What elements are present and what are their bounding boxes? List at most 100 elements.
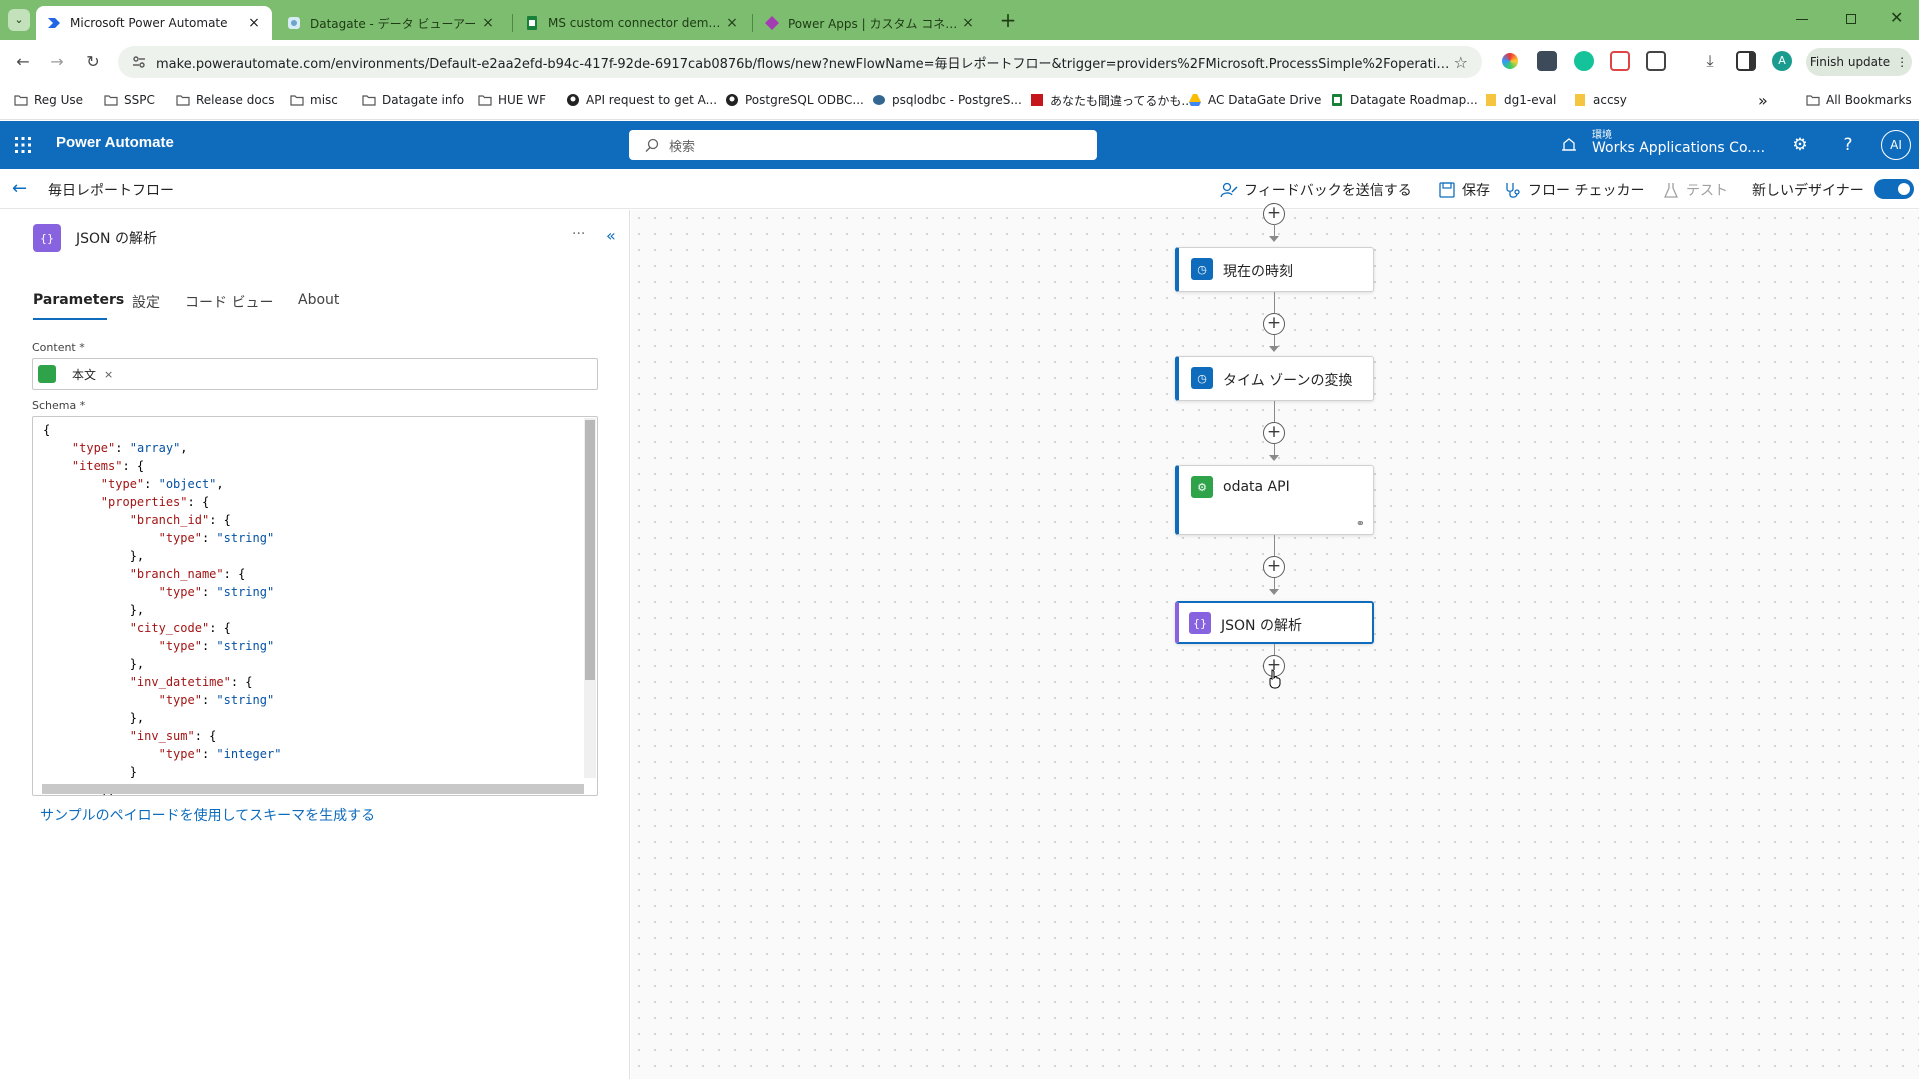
bookmark-misc[interactable]: misc <box>290 90 338 110</box>
bookmark-ac-datagate-drive[interactable]: AC DataGate Drive <box>1188 90 1321 110</box>
step-card-odata-api[interactable]: ⚙ odata API ⚭ <box>1175 465 1374 535</box>
user-avatar[interactable]: AI <box>1881 130 1911 160</box>
bookmark-dg1-eval[interactable]: dg1-eval <box>1484 90 1556 110</box>
settings-gear-icon[interactable]: ⚙ <box>1788 133 1812 157</box>
folder-icon <box>104 95 118 106</box>
forward-icon[interactable]: → <box>44 49 70 75</box>
tab-parameters[interactable]: Parameters <box>33 292 124 308</box>
bookmark-postgresql-odbc[interactable]: PostgreSQL ODBC... <box>725 90 864 110</box>
remove-token-icon[interactable]: × <box>104 368 113 381</box>
browser-tab-custom-connector-demo[interactable]: MS custom connector demo m × <box>514 6 750 40</box>
schema-line: "type": "string" <box>158 639 275 653</box>
more-options-icon[interactable]: ··· <box>572 226 585 242</box>
new-designer-toggle[interactable] <box>1874 179 1914 199</box>
bookmark-accsy[interactable]: accsy <box>1573 90 1627 110</box>
back-arrow-icon[interactable]: ← <box>12 179 32 199</box>
flow-checker-button[interactable]: フロー チェッカー <box>1504 179 1644 201</box>
close-tab-icon[interactable]: × <box>480 15 496 31</box>
tab-settings[interactable]: 設定 <box>132 292 160 312</box>
stethoscope-icon <box>1506 183 1520 198</box>
test-button[interactable]: テスト <box>1662 179 1728 201</box>
close-tab-icon[interactable]: × <box>246 15 262 31</box>
feedback-button[interactable]: フィードバックを送信する <box>1220 179 1412 201</box>
all-bookmarks[interactable]: All Bookmarks <box>1806 90 1912 110</box>
side-panel-icon[interactable] <box>1736 51 1756 71</box>
bookmark-psqlodbc[interactable]: psqlodbc - PostgreS... <box>872 90 1022 110</box>
insert-step-button[interactable]: + <box>1263 313 1285 335</box>
collapse-panel-icon[interactable]: « <box>606 226 616 245</box>
tab-code-view[interactable]: コード ビュー <box>185 292 273 312</box>
elephant-icon <box>873 95 885 105</box>
step-card-current-time[interactable]: ◷ 現在の時刻 <box>1175 247 1374 292</box>
puzzle-icon[interactable] <box>1646 51 1666 71</box>
bookmark-datagate-info[interactable]: Datagate info <box>362 90 464 110</box>
bookmark-api-request[interactable]: API request to get A... <box>566 90 717 110</box>
schema-label: Schema * <box>32 399 86 412</box>
bookmark-star-icon[interactable]: ☆ <box>1454 53 1468 72</box>
tab-title: Power Apps | カスタム コネクタ <box>788 16 960 31</box>
bookmark-hue-wf[interactable]: HUE WF <box>478 90 546 110</box>
site-settings-icon[interactable] <box>132 55 146 69</box>
back-icon[interactable]: ← <box>10 49 36 75</box>
bookmark-label: Release docs <box>196 93 275 107</box>
download-icon[interactable]: ⤓ <box>1700 51 1720 71</box>
search-input[interactable]: 検索 <box>629 130 1097 160</box>
help-icon[interactable]: ? <box>1836 133 1860 157</box>
close-tab-icon[interactable]: × <box>724 15 740 31</box>
link-icon[interactable]: ⚭ <box>1356 517 1365 530</box>
search-icon <box>645 138 659 152</box>
close-tab-icon[interactable]: × <box>960 15 976 31</box>
flow-canvas[interactable] <box>631 210 1919 1079</box>
environment-icon[interactable] <box>1561 137 1577 153</box>
bookmark-reg-use[interactable]: Reg Use <box>14 90 83 110</box>
panel-title[interactable]: JSON の解析 <box>76 228 157 248</box>
bookmark-datagate-roadmap[interactable]: Datagate Roadmap... <box>1330 90 1478 110</box>
schema-editor[interactable]: { "type": "array", "items": { "type": "o… <box>32 416 598 796</box>
schema-scrollbar-thumb[interactable] <box>585 420 595 680</box>
profile-avatar[interactable]: A <box>1772 51 1792 71</box>
step-card-convert-time-zone[interactable]: ◷ タイム ゾーンの変換 <box>1175 356 1374 401</box>
generate-schema-link[interactable]: サンプルのペイロードを使用してスキーマを生成する <box>40 805 375 825</box>
insert-step-button[interactable]: + <box>1263 422 1285 444</box>
environment-name[interactable]: Works Applications Co.... <box>1592 140 1765 156</box>
reload-icon[interactable]: ↻ <box>80 49 106 75</box>
color-extension-icon[interactable] <box>1502 53 1518 69</box>
bookmark-anatamo[interactable]: あなたも間違ってるかも... <box>1030 90 1193 110</box>
schema-horizontal-scrollbar[interactable] <box>42 784 584 794</box>
window-close-icon[interactable]: ✕ <box>1890 8 1903 27</box>
new-tab-button[interactable]: + <box>996 8 1020 32</box>
github-icon <box>726 94 738 106</box>
address-bar[interactable]: make.powerautomate.com/environments/Defa… <box>118 46 1482 78</box>
gmail-extension-icon[interactable] <box>1610 51 1630 71</box>
insert-step-button[interactable]: + <box>1263 203 1285 225</box>
app-title[interactable]: Power Automate <box>56 134 174 151</box>
tab-title: Datagate - データ ビューアー <box>310 16 477 31</box>
tab-title: Microsoft Power Automate <box>70 16 228 30</box>
step-card-parse-json[interactable]: {} JSON の解析 <box>1175 601 1374 644</box>
browser-tab-power-automate[interactable]: Microsoft Power Automate × <box>36 6 272 40</box>
bookmark-sspc[interactable]: SSPC <box>104 90 155 110</box>
folder-icon <box>1806 95 1820 106</box>
schema-line: }, <box>43 549 145 563</box>
browser-tab-power-apps[interactable]: Power Apps | カスタム コネクタ × <box>754 6 986 40</box>
grammarly-icon[interactable] <box>1574 51 1594 71</box>
save-icon <box>1439 182 1455 198</box>
extension-icon[interactable] <box>1537 51 1557 71</box>
content-field[interactable] <box>32 358 598 390</box>
flow-name[interactable]: 毎日レポートフロー <box>48 180 174 200</box>
page-icon <box>1486 94 1496 106</box>
bookmark-release-docs[interactable]: Release docs <box>176 90 275 110</box>
browser-tab-datagate[interactable]: Datagate - データ ビューアー × <box>276 6 506 40</box>
window-restore-icon[interactable] <box>1846 14 1856 24</box>
window-minimize-icon[interactable] <box>1796 19 1808 20</box>
bookmarks-overflow-icon[interactable]: » <box>1758 90 1768 110</box>
content-token[interactable]: 本文 × <box>38 364 113 384</box>
finish-update-button[interactable]: Finish update ⋮ <box>1806 48 1912 76</box>
app-launcher-icon[interactable] <box>14 136 32 154</box>
insert-step-button[interactable]: + <box>1263 556 1285 578</box>
folder-icon <box>176 95 190 106</box>
tab-about[interactable]: About <box>298 292 339 308</box>
tab-search-button[interactable]: ⌄ <box>8 9 30 31</box>
bookmark-label: dg1-eval <box>1504 93 1557 107</box>
save-button[interactable]: 保存 <box>1438 179 1490 201</box>
